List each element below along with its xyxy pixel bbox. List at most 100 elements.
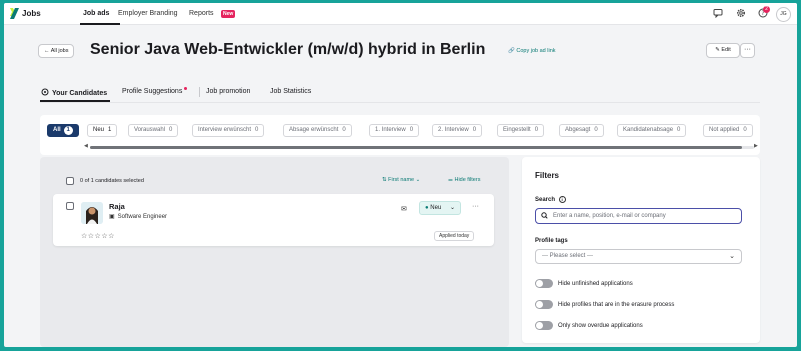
stage-pill-not-applied[interactable]: Not applied 0 bbox=[703, 124, 753, 137]
more-options-button[interactable]: ··· bbox=[740, 43, 755, 58]
tab-divider bbox=[199, 87, 200, 97]
candidate-name[interactable]: Raja bbox=[109, 202, 125, 211]
stage-pill-neu[interactable]: Neu 1 bbox=[87, 124, 118, 137]
profile-tags-select[interactable]: --- Please select --- ⌄ bbox=[535, 249, 742, 264]
page-title: Senior Java Web-Entwickler (m/w/d) hybri… bbox=[90, 41, 486, 58]
filters-panel: Filters Search i Enter a name, position,… bbox=[522, 157, 760, 343]
status-label: Neu bbox=[430, 205, 442, 211]
stage-pill-kandidatenabsage[interactable]: Kandidatenabsage 0 bbox=[617, 124, 687, 137]
horizontal-scrollbar[interactable] bbox=[90, 146, 754, 149]
scroll-left-icon[interactable]: ◀ bbox=[84, 143, 88, 149]
pencil-icon: ✎ bbox=[715, 47, 720, 53]
select-all-checkbox[interactable] bbox=[66, 177, 74, 185]
hide-filters-button[interactable]: ⚌ Hide filters bbox=[448, 177, 480, 183]
tab-label: Your Candidates bbox=[52, 89, 108, 97]
stage-count: 1 bbox=[63, 126, 73, 135]
stage-label: Vorauswahl bbox=[134, 127, 166, 133]
stage-label: 2. Interview bbox=[438, 127, 469, 133]
applied-badge: Applied today bbox=[434, 231, 475, 241]
logo-text: Jobs bbox=[22, 9, 41, 18]
jobs-logo[interactable]: Jobs bbox=[10, 8, 41, 19]
scrollbar-thumb[interactable] bbox=[90, 146, 742, 149]
stage-pill-eingestellt[interactable]: Eingestellt 0 bbox=[497, 124, 545, 137]
back-label: All jobs bbox=[50, 48, 69, 54]
status-dot-icon: ● bbox=[425, 205, 429, 211]
sort-label: First name bbox=[388, 177, 415, 183]
chevron-down-icon: ⌄ bbox=[729, 253, 735, 260]
stage-filter-bar: All 1 Neu 1 Vorauswahl 0 Interview erwünsch… bbox=[40, 115, 760, 155]
stage-label: 1. Interview bbox=[375, 127, 406, 133]
stage-count: 0 bbox=[677, 127, 681, 133]
tab-profile-suggestions[interactable]: Profile Suggestions bbox=[122, 88, 182, 95]
sort-icon: ⇅ bbox=[382, 177, 387, 183]
tab-label: Job promotion bbox=[206, 88, 251, 95]
nav-job-ads[interactable]: Job ads bbox=[83, 10, 109, 17]
stage-pill-2-interview[interactable]: 2. Interview 0 bbox=[432, 124, 483, 137]
candidate-card[interactable]: Raja ▣ Software Engineer ☆☆☆☆☆ ✉ ● Neu ⌄… bbox=[53, 194, 494, 246]
edit-button[interactable]: ✎ Edit bbox=[706, 43, 740, 58]
stage-label: Abgesagt bbox=[565, 127, 591, 133]
toggle-overdue-only[interactable]: Only show overdue applications bbox=[535, 321, 643, 330]
copy-link-label: Copy job ad link bbox=[516, 48, 556, 54]
top-navigation: Jobs Job ads Employer Branding Reports N… bbox=[4, 3, 797, 25]
toggle-label: Hide unfinished applications bbox=[558, 280, 633, 287]
tab-your-candidates[interactable]: Your Candidates bbox=[41, 88, 107, 98]
search-label: Search i bbox=[535, 196, 566, 203]
sort-dropdown[interactable]: ⇅ First name ⌄ bbox=[382, 177, 420, 183]
user-avatar[interactable]: JG bbox=[776, 7, 791, 22]
stage-pill-1-interview[interactable]: 1. Interview 0 bbox=[369, 124, 420, 137]
info-icon[interactable]: i bbox=[558, 196, 566, 203]
tab-label: Profile Suggestions bbox=[122, 88, 183, 95]
app-window: Jobs Job ads Employer Branding Reports N… bbox=[4, 3, 797, 347]
chat-icon[interactable] bbox=[712, 8, 724, 20]
new-badge: New bbox=[221, 10, 236, 18]
toggle-switch[interactable] bbox=[535, 279, 553, 288]
stage-pill-abgesagt[interactable]: Abgesagt 0 bbox=[559, 124, 604, 137]
stage-pill-all[interactable]: All 1 bbox=[47, 124, 79, 137]
stage-count: 0 bbox=[472, 127, 477, 133]
brand-logo-icon bbox=[10, 8, 19, 19]
toggle-switch[interactable] bbox=[535, 321, 553, 330]
status-dropdown[interactable]: ● Neu ⌄ bbox=[419, 201, 461, 215]
stage-pill-interview-erwuenscht[interactable]: Interview erwünscht 0 bbox=[192, 124, 265, 137]
rating-stars[interactable]: ☆☆☆☆☆ bbox=[81, 232, 115, 240]
toggle-hide-erasure[interactable]: Hide profiles that are in the erasure pr… bbox=[535, 300, 674, 309]
back-to-all-jobs-button[interactable]: ← All jobs bbox=[38, 44, 75, 58]
candidates-icon bbox=[41, 88, 49, 98]
stage-count: 0 bbox=[743, 127, 747, 133]
notification-count-badge: 2 bbox=[763, 6, 770, 13]
filter-icon: ⚌ bbox=[448, 177, 453, 183]
toggle-hide-unfinished[interactable]: Hide unfinished applications bbox=[535, 279, 633, 288]
copy-job-link[interactable]: 🔗 Copy job ad link bbox=[508, 48, 556, 54]
toggle-switch[interactable] bbox=[535, 300, 553, 309]
stage-count: 0 bbox=[534, 127, 539, 133]
profile-tags-label: Profile tags bbox=[535, 238, 568, 244]
scroll-right-icon[interactable]: ▶ bbox=[754, 143, 758, 149]
profile-tags-value: --- Please select --- bbox=[542, 253, 594, 259]
arrow-left-icon: ← bbox=[44, 48, 50, 54]
stage-pill-absage-erwuenscht[interactable]: Absage erwünscht 0 bbox=[283, 124, 352, 137]
nav-active-indicator bbox=[80, 23, 120, 25]
stage-label: Neu bbox=[93, 127, 105, 133]
stage-count: 0 bbox=[342, 127, 346, 133]
search-input[interactable]: Enter a name, position, e-mail or compan… bbox=[535, 208, 742, 224]
chevron-down-icon: ⌄ bbox=[449, 205, 455, 211]
candidate-avatar[interactable] bbox=[81, 202, 103, 224]
stage-count: 0 bbox=[409, 127, 414, 133]
selection-count: 0 of 1 candidates selected bbox=[80, 178, 144, 184]
nav-employer-branding[interactable]: Employer Branding bbox=[118, 10, 178, 17]
tabs-divider bbox=[40, 102, 760, 103]
nav-reports[interactable]: Reports bbox=[189, 10, 214, 17]
link-icon: 🔗 bbox=[508, 48, 515, 54]
gear-icon[interactable] bbox=[735, 8, 747, 20]
stage-label: Interview erwünscht bbox=[198, 127, 252, 133]
tab-job-promotion[interactable]: Job promotion bbox=[206, 88, 250, 95]
toggle-label: Hide profiles that are in the erasure pr… bbox=[558, 301, 675, 308]
candidates-panel: 0 of 1 candidates selected ⇅ First name … bbox=[40, 157, 509, 347]
stage-pill-vorauswahl[interactable]: Vorauswahl 0 bbox=[128, 124, 179, 137]
mail-icon[interactable]: ✉ bbox=[401, 205, 407, 213]
tab-job-statistics[interactable]: Job Statistics bbox=[270, 88, 311, 95]
stage-count: 0 bbox=[594, 127, 598, 133]
candidate-more-icon[interactable]: ··· bbox=[472, 203, 479, 210]
candidate-checkbox[interactable] bbox=[66, 202, 74, 210]
